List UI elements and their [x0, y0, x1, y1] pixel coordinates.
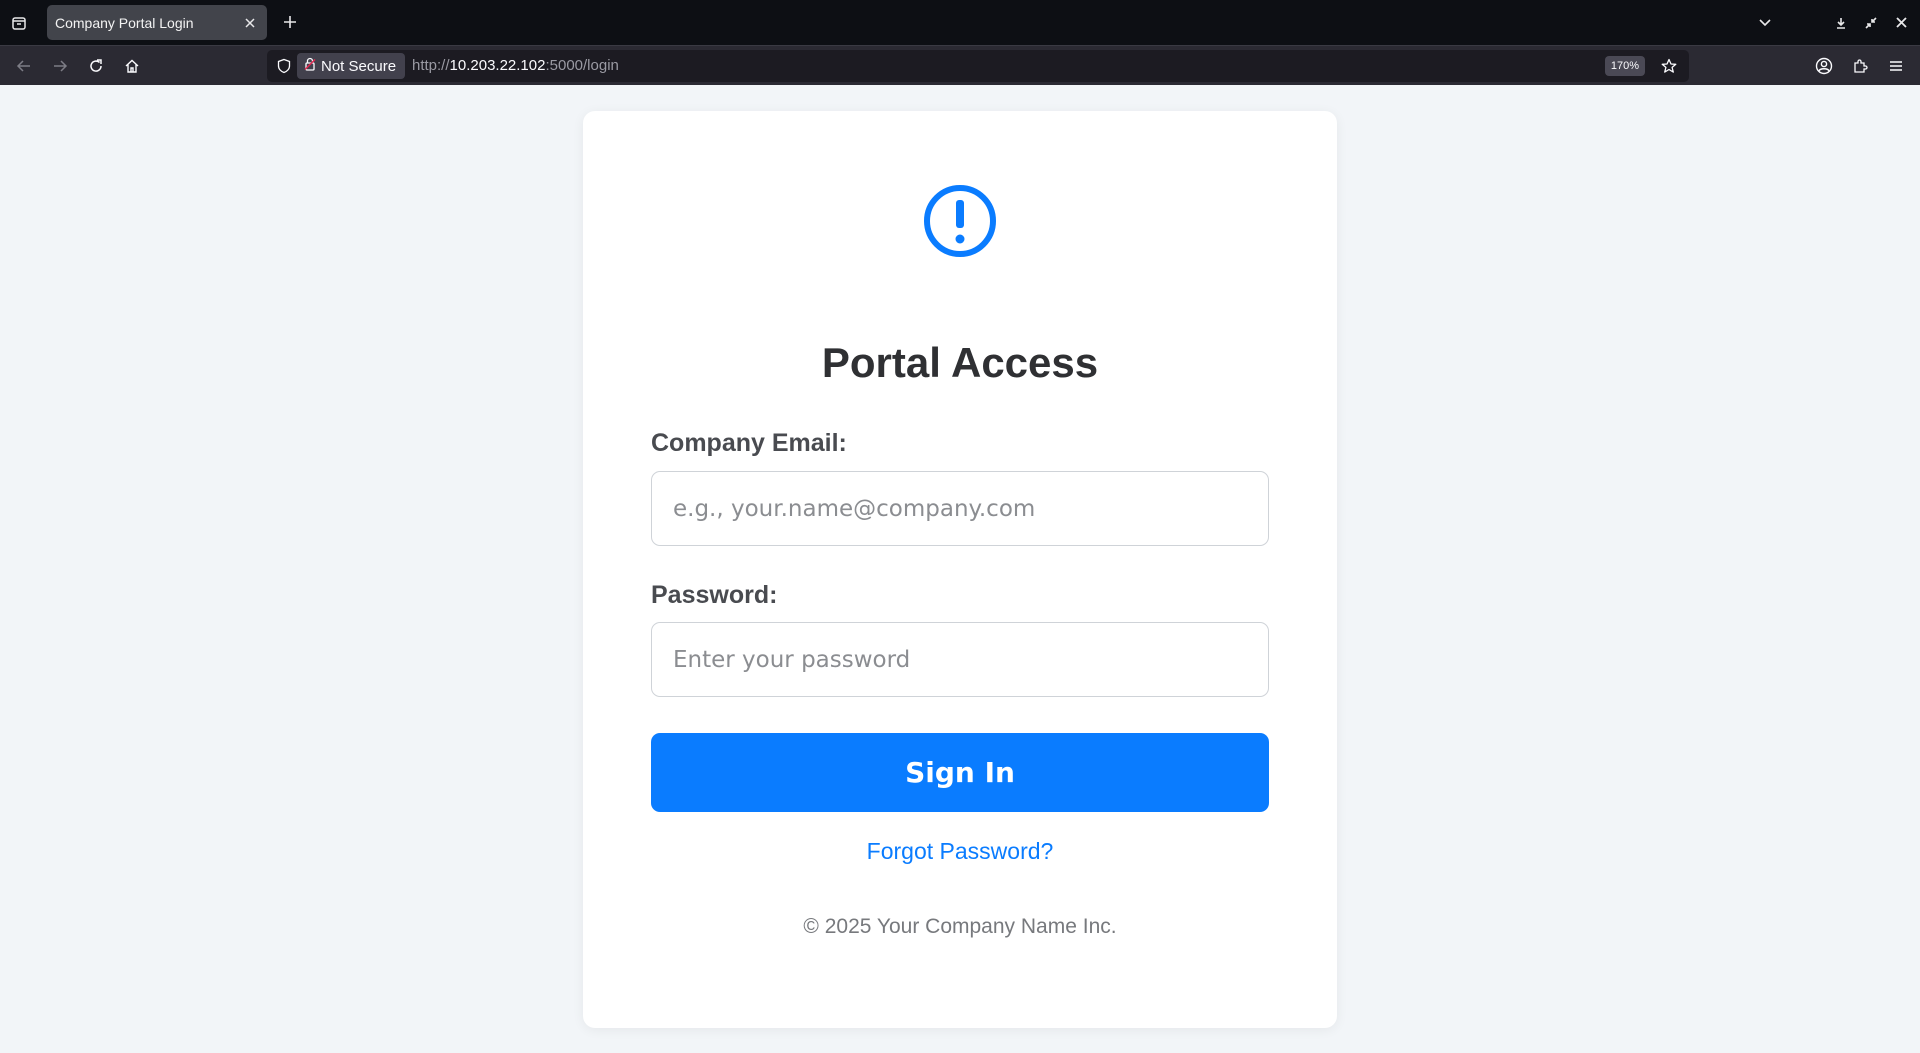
hamburger-menu-icon[interactable] [1882, 52, 1910, 80]
sign-in-button[interactable]: Sign In [651, 733, 1269, 812]
security-indicator[interactable]: Not Secure [297, 53, 405, 79]
password-field[interactable] [651, 622, 1269, 697]
close-icon[interactable] [241, 14, 259, 32]
reload-icon[interactable] [82, 52, 110, 80]
back-arrow-icon[interactable] [10, 52, 38, 80]
tab-strip: Company Portal Login [0, 0, 1920, 45]
chevron-down-icon[interactable] [1750, 8, 1780, 38]
address-bar[interactable]: Not Secure http://10.203.22.102:5000/log… [267, 50, 1689, 82]
lock-icon [303, 57, 317, 76]
login-card: Portal Access Company Email: Password: S… [583, 111, 1337, 1028]
tab-list-icon[interactable] [0, 0, 38, 45]
tab-active[interactable]: Company Portal Login [47, 5, 267, 40]
minimize-icon[interactable] [1826, 8, 1856, 38]
not-secure-label: Not Secure [321, 57, 397, 75]
url-host: 10.203.22.102 [449, 57, 546, 74]
copyright-text: © 2025 Your Company Name Inc. [803, 915, 1117, 938]
alert-circle-icon [923, 184, 997, 258]
account-icon[interactable] [1810, 52, 1838, 80]
restore-icon[interactable] [1856, 8, 1886, 38]
extensions-icon[interactable] [1846, 52, 1874, 80]
url-scheme: http:// [412, 57, 450, 74]
tab-title: Company Portal Login [55, 14, 194, 31]
forward-arrow-icon[interactable] [46, 52, 74, 80]
forgot-password-link[interactable]: Forgot Password? [583, 838, 1337, 865]
email-label: Company Email: [651, 429, 847, 457]
window-close-icon[interactable] [1886, 8, 1916, 38]
password-label: Password: [651, 581, 778, 609]
navigation-toolbar: Not Secure http://10.203.22.102:5000/log… [0, 45, 1920, 85]
star-icon[interactable] [1657, 54, 1681, 78]
zoom-level-badge[interactable]: 170% [1604, 56, 1645, 76]
url-path: :5000/login [545, 57, 619, 74]
page-title: Portal Access [821, 339, 1099, 386]
plus-icon[interactable] [280, 12, 300, 32]
shield-icon[interactable] [272, 54, 296, 78]
url-text[interactable]: http://10.203.22.102:5000/login [412, 57, 619, 74]
email-field[interactable] [651, 471, 1269, 546]
home-icon[interactable] [118, 52, 146, 80]
